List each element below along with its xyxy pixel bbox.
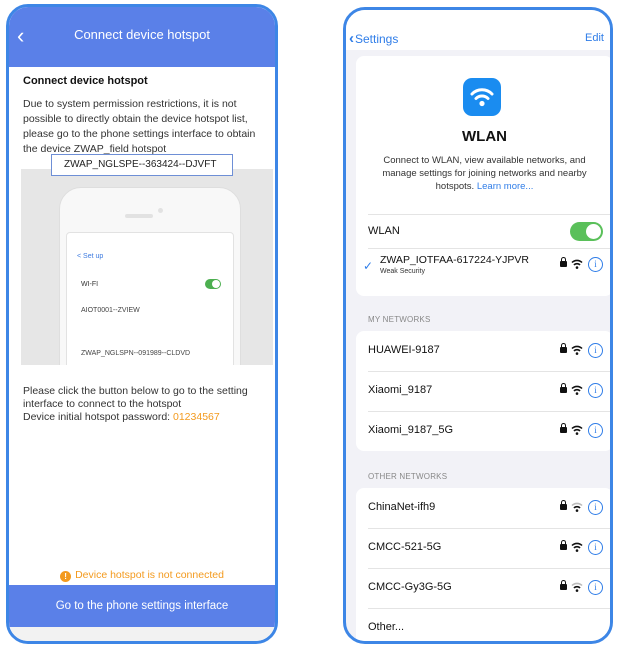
wifi-signal-icon <box>571 542 583 552</box>
connected-network-name: ZWAP_IOTFAA-617224-YJPVR <box>380 254 529 266</box>
page-title: Connect device hotspot <box>74 27 210 42</box>
lock-icon <box>560 580 567 590</box>
lock-icon <box>560 500 567 510</box>
lock-icon <box>560 343 567 353</box>
info-icon[interactable]: i <box>588 343 603 358</box>
mock-network-item: AIOT0001--ZVIEW <box>81 307 140 314</box>
network-icons: i <box>553 423 603 439</box>
section-heading: Connect device hotspot <box>23 75 148 87</box>
network-name: HUAWEI-9187 <box>368 344 440 356</box>
wifi-signal-icon <box>571 502 583 512</box>
network-name: CMCC-521-5G <box>368 541 442 553</box>
connected-network-row[interactable]: ✓ ZWAP_IOTFAA-617224-YJPVR Weak Security… <box>363 248 610 289</box>
my-networks-label: MY NETWORKS <box>368 315 431 324</box>
wlan-description: Connect to WLAN, view available networks… <box>368 154 601 193</box>
header-bar: ‹ Connect device hotspot <box>9 7 275 67</box>
warning-icon: ! <box>60 571 72 582</box>
network-row[interactable]: Xiaomi_9187 i <box>368 371 610 411</box>
network-row[interactable]: CMCC-521-5G i <box>368 528 610 568</box>
mock-screen: < Set up WI-FI AIOT0001--ZVIEW ZWAP_NGLS… <box>66 232 234 365</box>
network-icons: i <box>553 580 603 596</box>
mock-wifi-toggle <box>205 279 221 289</box>
left-phone-screen: ‹ Connect device hotspot Connect device … <box>6 4 278 644</box>
connection-status: ! Device hotspot is not connected <box>9 569 275 582</box>
camera-dot <box>158 208 163 213</box>
connected-network-security: Weak Security <box>380 268 425 275</box>
chevron-left-icon: ‹ <box>349 30 354 47</box>
wifi-icon <box>463 78 501 116</box>
network-name: Xiaomi_9187 <box>368 384 433 396</box>
instruction-text: Please click the button below to go to t… <box>23 385 273 424</box>
network-icons: i <box>553 383 603 399</box>
nav-bar: ‹Settings Edit <box>346 10 610 50</box>
network-icons: i <box>553 540 603 556</box>
info-icon[interactable]: i <box>588 540 603 555</box>
status-text: Device hotspot is not connected <box>75 569 224 581</box>
other-networks-label: OTHER NETWORKS <box>368 472 448 481</box>
wlan-card: WLAN Connect to WLAN, view available net… <box>356 56 610 296</box>
wlan-toggle[interactable] <box>570 222 603 241</box>
my-networks-card: HUAWEI-9187 i Xiaomi_9187 i Xiaomi_9187_… <box>356 331 610 451</box>
network-row[interactable]: Xiaomi_9187_5G i <box>368 411 610 451</box>
network-name: CMCC-Gy3G-5G <box>368 581 452 593</box>
network-name: Xiaomi_9187_5G <box>368 424 454 436</box>
wlan-toggle-label: WLAN <box>368 225 400 237</box>
info-icon[interactable]: i <box>588 500 603 515</box>
other-networks-card: ChinaNet-ifh9 i CMCC-521-5G i CMCC-Gy3G-… <box>356 488 610 641</box>
password-value: 01234567 <box>173 411 220 423</box>
speaker-slot <box>125 214 153 218</box>
lock-icon <box>560 383 567 393</box>
settings-back-button[interactable]: ‹Settings <box>349 30 398 47</box>
wifi-signal-icon <box>571 345 583 355</box>
network-icons: i <box>553 343 603 359</box>
highlighted-hotspot: ZWAP_NGLSPE--363424--DJVFT <box>51 154 233 176</box>
network-row[interactable]: HUAWEI-9187 i <box>368 331 610 371</box>
wifi-signal-icon <box>571 425 583 435</box>
description-text: Due to system permission restrictions, i… <box>23 98 256 155</box>
bottom-bar <box>9 627 275 641</box>
lock-icon <box>560 423 567 433</box>
checkmark-icon: ✓ <box>363 259 374 273</box>
network-name: Other... <box>368 621 405 633</box>
other-network-row[interactable]: Other... <box>368 608 610 641</box>
lock-icon <box>560 540 567 550</box>
go-to-settings-button[interactable]: Go to the phone settings interface <box>9 585 275 627</box>
network-icons: i <box>553 500 603 516</box>
phone-mockup: < Set up WI-FI AIOT0001--ZVIEW ZWAP_NGLS… <box>59 187 241 365</box>
wifi-signal-icon <box>571 259 583 269</box>
password-label: Device initial hotspot password: <box>23 411 173 423</box>
wlan-heading: WLAN <box>462 128 507 145</box>
info-icon[interactable]: i <box>588 423 603 438</box>
network-icons: i <box>553 257 603 275</box>
settings-illustration: < Set up WI-FI AIOT0001--ZVIEW ZWAP_NGLS… <box>21 169 273 365</box>
right-phone-screen: ‹Settings Edit WLAN Connect to WLAN, vie… <box>343 7 613 644</box>
mock-back-link: < Set up <box>77 253 104 260</box>
info-icon[interactable]: i <box>588 580 603 595</box>
wlan-toggle-row: WLAN <box>368 214 610 249</box>
lock-icon <box>560 257 567 267</box>
wifi-signal-icon <box>571 582 583 592</box>
network-row[interactable]: ChinaNet-ifh9 i <box>368 488 610 528</box>
back-label: Settings <box>355 32 399 46</box>
mock-wifi-label: WI-FI <box>81 281 99 288</box>
network-row[interactable]: CMCC-Gy3G-5G i <box>368 568 610 608</box>
wifi-signal-icon <box>571 385 583 395</box>
learn-more-link[interactable]: Learn more... <box>477 181 534 192</box>
info-icon[interactable]: i <box>588 257 603 272</box>
instruction-line: Please click the button below to go to t… <box>23 385 248 410</box>
network-name: ChinaNet-ifh9 <box>368 501 436 513</box>
edit-button[interactable]: Edit <box>585 32 604 44</box>
info-icon[interactable]: i <box>588 383 603 398</box>
mock-network-item: ZWAP_NGLSPN--091989--CLDVD <box>81 350 191 357</box>
